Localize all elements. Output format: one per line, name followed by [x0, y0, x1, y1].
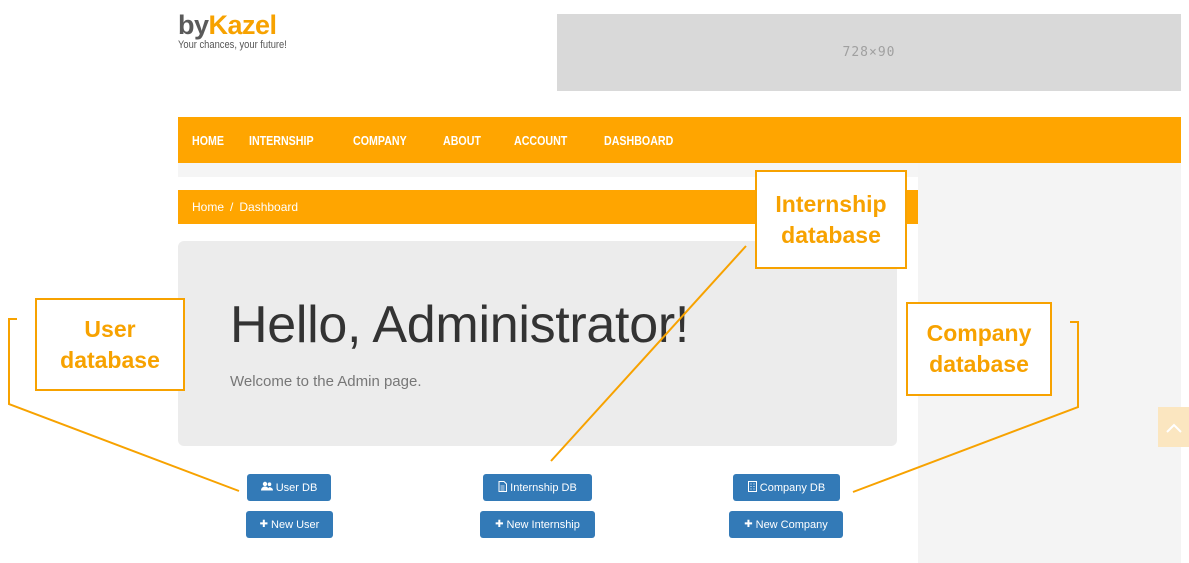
new-company-label: New Company: [755, 518, 828, 531]
internship-db-label: Internship DB: [510, 481, 577, 494]
new-company-button[interactable]: ✚ New Company: [729, 511, 843, 538]
company-database-callout: Company database: [906, 302, 1052, 396]
internship-db-button[interactable]: Internship DB: [483, 474, 592, 501]
internship-database-callout-text: Internship database: [775, 190, 887, 248]
company-db-label: Company DB: [759, 481, 826, 494]
breadcrumb-home[interactable]: Home: [192, 200, 224, 214]
nav-home[interactable]: HOME: [192, 133, 224, 148]
new-user-button[interactable]: ✚ New User: [246, 511, 333, 538]
new-user-label: New User: [271, 518, 320, 531]
nav-account[interactable]: ACCOUNT: [514, 133, 567, 148]
document-icon: [498, 480, 508, 495]
hero-subtitle: Welcome to the Admin page.: [230, 373, 422, 390]
logo-brand: Kazel: [208, 10, 278, 40]
nav-about[interactable]: ABOUT: [443, 133, 481, 148]
breadcrumb-separator: /: [230, 200, 234, 214]
logo-tagline: Your chances, your future!: [178, 39, 287, 51]
new-internship-label: New Internship: [506, 518, 580, 531]
logo-wordmark: byKazel: [178, 12, 306, 39]
plus-icon: ✚: [259, 519, 269, 530]
breadcrumb-current: Dashboard: [239, 200, 299, 214]
site-logo[interactable]: byKazel Your chances, your future!: [178, 12, 306, 51]
company-database-callout-text: Company database: [926, 320, 1032, 377]
user-database-callout-text: User database: [60, 315, 160, 373]
nav-dashboard[interactable]: DASHBOARD: [604, 133, 673, 148]
nav-internship[interactable]: INTERNSHIP: [249, 133, 314, 148]
user-db-label: User DB: [275, 481, 318, 494]
ad-banner: 728×90: [557, 14, 1181, 91]
logo-by: by: [178, 10, 209, 40]
scroll-top-button[interactable]: [1158, 407, 1189, 447]
internship-database-callout: Internship database: [755, 170, 907, 269]
company-db-button[interactable]: Company DB: [733, 474, 840, 501]
chevron-up-icon: [1165, 417, 1182, 438]
hero-panel: Hello, Administrator! Welcome to the Adm…: [178, 241, 897, 446]
users-icon: [260, 481, 273, 494]
building-icon: [747, 480, 757, 495]
main-navbar: HOME INTERNSHIP COMPANY ABOUT ACCOUNT DA…: [178, 117, 1181, 163]
user-database-callout: User database: [35, 298, 185, 391]
plus-icon: ✚: [495, 519, 504, 530]
user-db-button[interactable]: User DB: [247, 474, 331, 501]
nav-company[interactable]: COMPANY: [353, 133, 407, 148]
hero-title: Hello, Administrator!: [230, 296, 689, 354]
new-internship-button[interactable]: ✚ New Internship: [480, 511, 595, 538]
plus-icon: ✚: [744, 519, 753, 530]
